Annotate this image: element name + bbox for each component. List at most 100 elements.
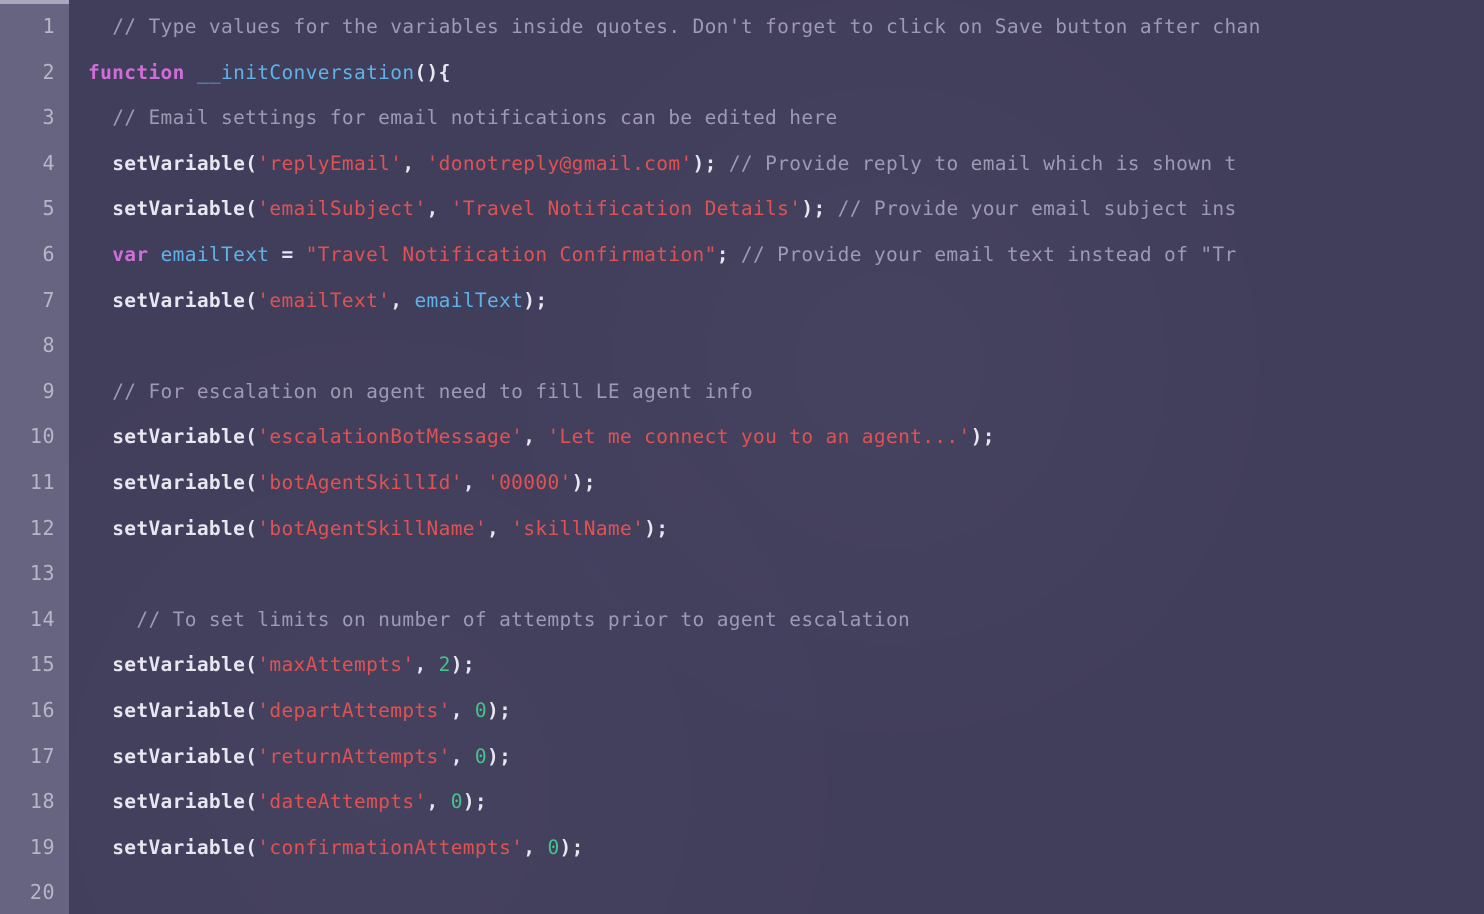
code-token-punct: ( xyxy=(245,790,258,814)
code-token-comment: // Provide your email text instead of "T… xyxy=(740,242,1237,266)
code-token-ident: emailText xyxy=(160,242,270,266)
code-token-punct: , xyxy=(487,516,512,540)
code-line[interactable]: // Email settings for email notification… xyxy=(88,95,1484,141)
code-token-punct: , xyxy=(462,470,487,494)
code-token-string: 'Let me connect you to an agent...' xyxy=(547,425,971,449)
code-token-func: setVariable xyxy=(112,197,246,221)
code-line[interactable]: function __initConversation(){ xyxy=(88,50,1484,96)
code-token-comment: // To set limits on number of attempts p… xyxy=(136,607,911,631)
code-token-punct: , xyxy=(450,698,475,722)
code-token-punct: ); xyxy=(692,151,729,175)
code-token-keyword: function xyxy=(88,60,185,84)
line-number: 8 xyxy=(42,333,55,358)
code-token-punct: ; xyxy=(716,242,741,266)
code-token-comment: // Email settings for email notification… xyxy=(112,106,838,130)
code-token-func: setVariable xyxy=(112,425,246,449)
code-line[interactable]: setVariable('replyEmail', 'donotreply@gm… xyxy=(88,141,1484,187)
code-line-list: // Type values for the variables inside … xyxy=(88,4,1484,914)
code-token-punct: ); xyxy=(450,653,475,677)
code-editor[interactable]: 1 2 3 4 5 6 7 8 9 10 11 12 13 14 15 16 17 18 19 20 // Type … xyxy=(0,0,1484,914)
code-token-func: setVariable xyxy=(112,698,246,722)
code-line[interactable] xyxy=(88,870,1484,914)
code-token-string: 'donotreply@gmail.com' xyxy=(426,151,693,175)
code-token-punct: , xyxy=(390,288,415,312)
code-line[interactable]: setVariable('botAgentSkillId', '00000'); xyxy=(88,460,1484,506)
code-token-string: 'replyEmail' xyxy=(257,151,403,175)
code-token-punct: ); xyxy=(801,197,838,221)
code-line[interactable]: setVariable('dateAttempts', 0); xyxy=(88,779,1484,825)
code-token-func: setVariable xyxy=(112,653,246,677)
code-token-punct: ( xyxy=(245,698,258,722)
code-token-punct: , xyxy=(402,151,427,175)
code-token-punct: , xyxy=(523,425,548,449)
line-number: 2 xyxy=(42,59,55,84)
line-number: 4 xyxy=(42,150,55,175)
code-line[interactable]: setVariable('escalationBotMessage', 'Let… xyxy=(88,414,1484,460)
code-content-area[interactable]: // Type values for the variables inside … xyxy=(69,0,1484,914)
code-line[interactable]: setVariable('maxAttempts', 2); xyxy=(88,642,1484,688)
code-token-keyword: var xyxy=(112,242,149,266)
code-line[interactable] xyxy=(88,323,1484,369)
code-token-punct: ); xyxy=(462,790,488,814)
line-number: 14 xyxy=(29,606,55,631)
code-token-string: "Travel Notification Confirmation" xyxy=(305,242,717,266)
code-token-punct: ( xyxy=(245,288,258,312)
code-line[interactable]: setVariable('departAttempts', 0); xyxy=(88,688,1484,734)
code-token-punct: ( xyxy=(245,151,258,175)
code-line[interactable]: var emailText = "Travel Notification Con… xyxy=(88,232,1484,278)
line-number: 7 xyxy=(42,287,55,312)
code-token-punct: , xyxy=(523,835,548,859)
code-token-string: 'escalationBotMessage' xyxy=(257,425,524,449)
code-token-string: 'confirmationAttempts' xyxy=(257,835,524,859)
code-line[interactable]: setVariable('confirmationAttempts', 0); xyxy=(88,825,1484,871)
code-token-func: setVariable xyxy=(112,835,246,859)
code-token-punct: ); xyxy=(644,516,669,540)
code-token-punct: ( xyxy=(245,470,258,494)
code-token-punct: ( xyxy=(245,835,258,859)
code-token-string: 'botAgentSkillName' xyxy=(257,516,487,540)
code-line[interactable] xyxy=(88,551,1484,597)
line-number-gutter: 1 2 3 4 5 6 7 8 9 10 11 12 13 14 15 16 17 18 19 20 xyxy=(0,0,69,914)
code-token-comment: // Type values for the variables inside … xyxy=(112,15,1261,38)
code-line[interactable]: setVariable('returnAttempts', 0); xyxy=(88,734,1484,780)
code-line[interactable]: setVariable('emailSubject', 'Travel Noti… xyxy=(88,186,1484,232)
line-number: 18 xyxy=(29,789,55,814)
code-token-punct: ); xyxy=(571,470,596,494)
code-token-punct: ); xyxy=(487,744,512,768)
code-token-punct: ( xyxy=(245,197,258,221)
code-line[interactable]: setVariable('botAgentSkillName', 'skillN… xyxy=(88,506,1484,552)
line-number: 9 xyxy=(42,378,55,403)
code-token-func: setVariable xyxy=(112,744,246,768)
code-token-punct: ( xyxy=(245,425,258,449)
code-token-string: 'maxAttempts' xyxy=(257,653,415,677)
code-token-func: setVariable xyxy=(112,516,246,540)
code-token-comment: // Provide your email subject ins xyxy=(837,197,1237,221)
code-line[interactable]: // Type values for the variables inside … xyxy=(88,4,1484,50)
code-token-func: setVariable xyxy=(112,470,246,494)
line-number: 15 xyxy=(29,652,55,677)
line-number-list: 1 2 3 4 5 6 7 8 9 10 11 12 13 14 15 16 17 18 19 20 xyxy=(0,4,69,914)
code-token-string: 'emailText' xyxy=(257,288,391,312)
code-token-func: setVariable xyxy=(112,151,246,175)
code-line[interactable]: // To set limits on number of attempts p… xyxy=(88,597,1484,643)
code-token-func: setVariable xyxy=(112,288,246,312)
code-token-string: '00000' xyxy=(487,470,572,494)
code-token-string: 'returnAttempts' xyxy=(257,744,451,768)
code-token-punct: , xyxy=(414,653,439,677)
line-number: 20 xyxy=(29,880,55,905)
code-token-punct: , xyxy=(426,197,451,221)
code-line[interactable]: setVariable('emailText', emailText); xyxy=(88,278,1484,324)
code-token-punct: (){ xyxy=(414,60,451,84)
code-token-string: 'dateAttempts' xyxy=(257,790,427,814)
code-line[interactable]: // For escalation on agent need to fill … xyxy=(88,369,1484,415)
code-token-ident: __initConversation xyxy=(196,60,415,84)
